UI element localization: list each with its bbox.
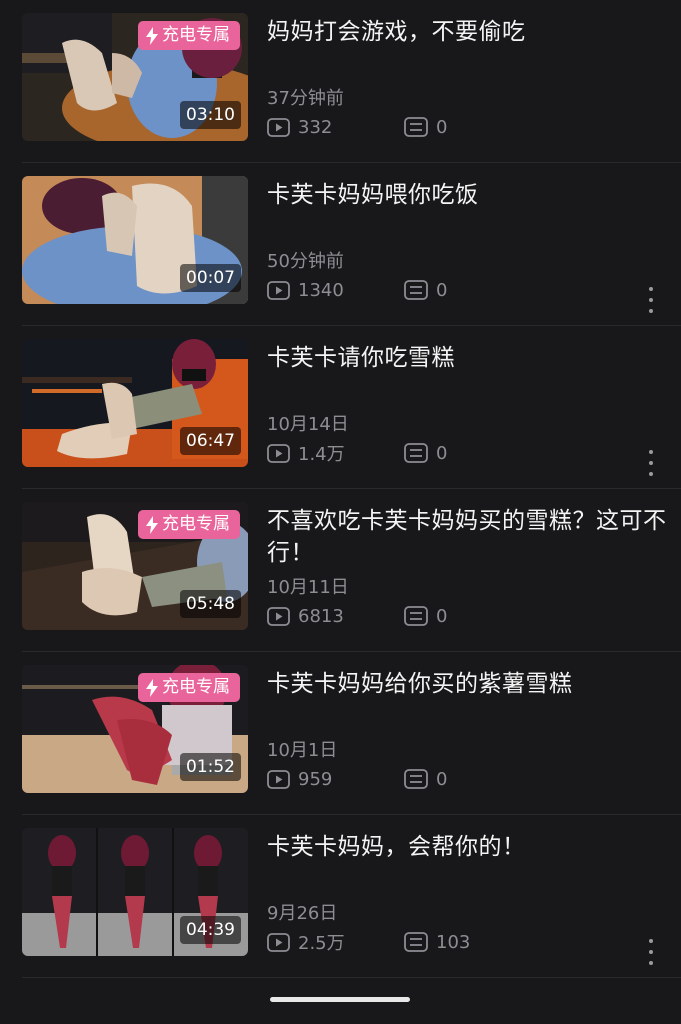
badge-label: 充电专属 [162, 514, 230, 534]
video-title[interactable]: 卡芙卡妈妈给你买的紫薯雪糕 [267, 668, 667, 700]
lightning-bolt-icon [146, 26, 158, 45]
video-duration: 00:07 [180, 264, 241, 292]
view-count: 2.5万 [267, 931, 345, 954]
video-title[interactable]: 卡芙卡请你吃雪糕 [267, 342, 667, 374]
video-duration: 04:39 [180, 916, 241, 944]
play-box-icon [267, 932, 290, 952]
video-thumbnail[interactable]: 充电专属 05:48 [22, 502, 248, 630]
video-date: 50分钟前 [267, 251, 344, 272]
view-count-value: 332 [298, 116, 333, 138]
comment-count: 0 [404, 116, 447, 138]
video-thumbnail[interactable]: 充电专属 03:10 [22, 13, 248, 141]
row-divider [22, 977, 681, 978]
video-thumbnail[interactable]: 04:39 [22, 828, 248, 956]
comment-count-value: 0 [436, 442, 448, 464]
video-item[interactable]: 06:47 卡芙卡请你吃雪糕 10月14日 1.4万 0 [0, 326, 681, 489]
comment-count: 0 [404, 442, 447, 464]
charge-exclusive-badge: 充电专属 [138, 510, 240, 539]
view-count-value: 1340 [298, 279, 344, 301]
comment-count: 0 [404, 768, 447, 790]
comment-count-value: 103 [436, 931, 471, 953]
play-box-icon [267, 769, 290, 789]
charge-exclusive-badge: 充电专属 [138, 21, 240, 50]
lightning-bolt-icon [146, 678, 158, 697]
video-item[interactable]: 充电专属 03:10 妈妈打会游戏，不要偷吃 37分钟前 332 0 [0, 0, 681, 163]
video-title[interactable]: 卡芙卡妈妈，会帮你的！ [267, 831, 667, 863]
video-date: 37分钟前 [267, 88, 344, 109]
video-item[interactable]: 00:07 卡芙卡妈妈喂你吃饭 50分钟前 1340 0 [0, 163, 681, 326]
view-count-value: 6813 [298, 605, 344, 627]
view-count-value: 2.5万 [298, 933, 345, 954]
comment-count-value: 0 [436, 116, 448, 138]
comment-count: 0 [404, 605, 447, 627]
more-vertical-icon [649, 450, 653, 454]
video-duration: 01:52 [180, 753, 241, 781]
comment-list-icon [404, 769, 428, 789]
video-item[interactable]: 04:39 卡芙卡妈妈，会帮你的！ 9月26日 2.5万 103 [0, 815, 681, 978]
video-date: 9月26日 [267, 903, 338, 924]
video-thumbnail[interactable]: 充电专属 01:52 [22, 665, 248, 793]
play-box-icon [267, 280, 290, 300]
more-options-button[interactable] [641, 939, 661, 965]
more-options-button[interactable] [641, 287, 661, 313]
video-thumbnail[interactable]: 00:07 [22, 176, 248, 304]
video-title[interactable]: 卡芙卡妈妈喂你吃饭 [267, 179, 667, 211]
video-item[interactable]: 充电专属 01:52 卡芙卡妈妈给你买的紫薯雪糕 10月1日 959 0 [0, 652, 681, 815]
comment-count: 0 [404, 279, 447, 301]
more-vertical-icon [649, 939, 653, 943]
view-count-value: 1.4万 [298, 444, 345, 465]
view-count: 1.4万 [267, 442, 345, 465]
lightning-bolt-icon [146, 515, 158, 534]
video-duration: 05:48 [180, 590, 241, 618]
video-title[interactable]: 妈妈打会游戏，不要偷吃 [267, 16, 667, 48]
charge-exclusive-badge: 充电专属 [138, 673, 240, 702]
badge-label: 充电专属 [162, 25, 230, 45]
video-title[interactable]: 不喜欢吃卡芙卡妈妈买的雪糕？这可不行！ [267, 505, 667, 569]
more-options-button[interactable] [641, 450, 661, 476]
view-count: 1340 [267, 279, 344, 301]
play-box-icon [267, 117, 290, 137]
video-date: 10月14日 [267, 414, 349, 435]
view-count: 6813 [267, 605, 344, 627]
comment-list-icon [404, 117, 428, 137]
comment-count: 103 [404, 931, 470, 953]
comment-count-value: 0 [436, 279, 448, 301]
view-count: 959 [267, 768, 332, 790]
home-indicator[interactable] [270, 997, 410, 1002]
comment-list-icon [404, 443, 428, 463]
comment-list-icon [404, 280, 428, 300]
play-box-icon [267, 443, 290, 463]
view-count: 332 [267, 116, 332, 138]
badge-label: 充电专属 [162, 677, 230, 697]
comment-list-icon [404, 932, 428, 952]
video-duration: 03:10 [180, 101, 241, 129]
video-thumbnail[interactable]: 06:47 [22, 339, 248, 467]
video-item[interactable]: 充电专属 05:48 不喜欢吃卡芙卡妈妈买的雪糕？这可不行！ 10月11日 68… [0, 489, 681, 652]
comment-count-value: 0 [436, 605, 448, 627]
video-date: 10月1日 [267, 740, 338, 761]
comment-count-value: 0 [436, 768, 448, 790]
video-date: 10月11日 [267, 577, 349, 598]
view-count-value: 959 [298, 768, 333, 790]
video-duration: 06:47 [180, 427, 241, 455]
play-box-icon [267, 606, 290, 626]
comment-list-icon [404, 606, 428, 626]
more-vertical-icon [649, 287, 653, 291]
